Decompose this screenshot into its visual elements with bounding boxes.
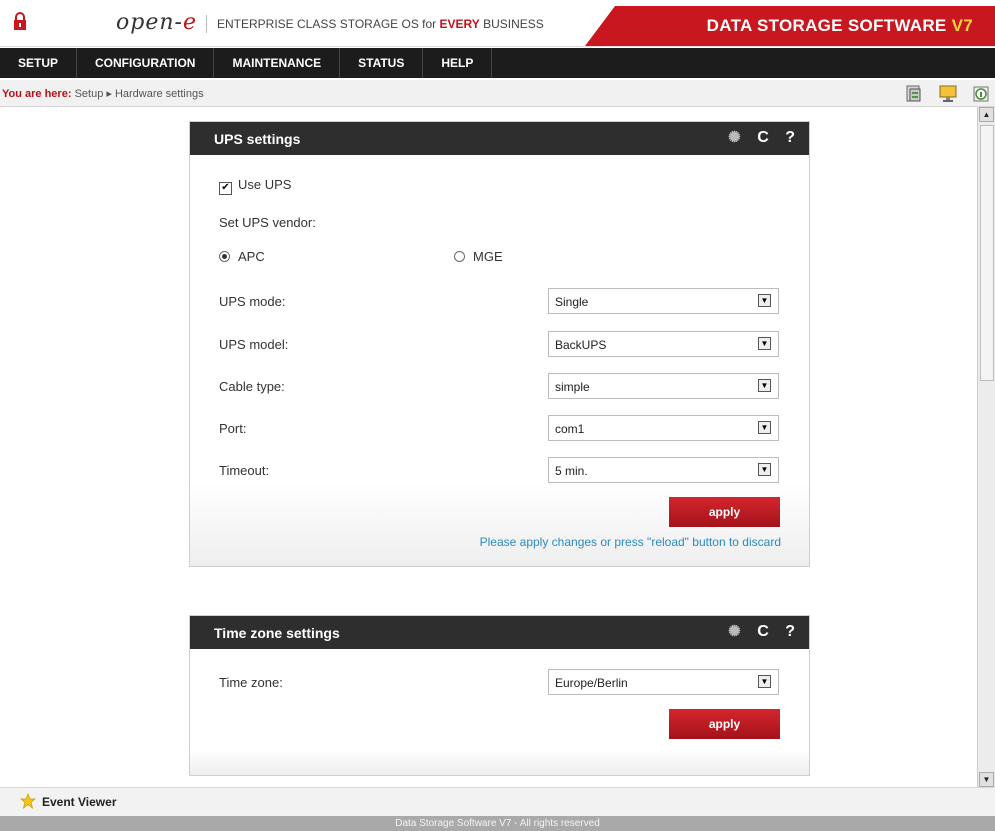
chevron-down-icon: ▼ <box>758 421 771 434</box>
breadcrumb: You are here: Setup ▸ Hardware settings <box>2 87 204 100</box>
chevron-down-icon: ▼ <box>758 675 771 688</box>
timezone-panel-title: Time zone settings <box>214 625 340 641</box>
timezone-settings-panel: Time zone settings ✺ C ? Time zone: Euro… <box>189 615 810 776</box>
menu-configuration[interactable]: CONFIGURATION <box>77 48 215 78</box>
monitor-icon[interactable] <box>938 83 958 103</box>
scroll-up-button[interactable]: ▲ <box>979 107 994 122</box>
lock-icon[interactable] <box>12 12 28 30</box>
open-e-logo: open-e <box>116 10 197 35</box>
cable-type-label: Cable type: <box>219 379 285 394</box>
vendor-mge-option[interactable]: MGE <box>454 249 503 264</box>
ups-model-label: UPS model: <box>219 337 289 352</box>
chevron-down-icon: ▼ <box>758 463 771 476</box>
breadcrumb-label: You are here: <box>2 88 72 100</box>
ups-settings-panel: UPS settings ✺ C ? ✔ Use UPS Set UPS vend… <box>189 121 810 567</box>
ups-mode-select[interactable]: Single ▼ <box>548 288 779 314</box>
vertical-scrollbar[interactable]: ▲ ▼ <box>977 107 995 787</box>
apply-hint: Please apply changes or press "reload" b… <box>479 535 781 549</box>
vendor-apc-option[interactable]: APC <box>219 249 265 264</box>
chevron-down-icon: ▼ <box>758 294 771 307</box>
menu-help[interactable]: HELP <box>423 48 493 78</box>
scroll-down-button[interactable]: ▼ <box>979 772 994 787</box>
tagline: ENTERPRISE CLASS STORAGE OS for EVERY BU… <box>206 15 544 33</box>
port-select[interactable]: com1 ▼ <box>548 415 779 441</box>
chevron-down-icon: ▼ <box>758 337 771 350</box>
content-area: UPS settings ✺ C ? ✔ Use UPS Set UPS vend… <box>0 107 978 787</box>
timezone-panel-header: Time zone settings ✺ C ? <box>190 616 809 649</box>
timezone-apply-button[interactable]: apply <box>669 709 780 739</box>
help-icon[interactable]: ? <box>785 623 795 641</box>
ups-panel-title: UPS settings <box>214 131 301 147</box>
port-label: Port: <box>219 421 247 436</box>
timeout-label: Timeout: <box>219 463 270 478</box>
star-icon[interactable] <box>20 793 36 812</box>
chevron-down-icon: ▼ <box>758 379 771 392</box>
top-header: open-e ENTERPRISE CLASS STORAGE OS for E… <box>0 0 995 47</box>
mge-radio[interactable] <box>454 251 465 262</box>
main-menu: SETUP CONFIGURATION MAINTENANCE STATUS H… <box>0 48 995 78</box>
cable-type-select[interactable]: simple ▼ <box>548 373 779 399</box>
timeout-select[interactable]: 5 min. ▼ <box>548 457 779 483</box>
breadcrumb-path[interactable]: Setup ▸ Hardware settings <box>75 88 204 100</box>
ups-panel-actions: ✺ C ? <box>716 128 795 147</box>
ups-model-select[interactable]: BackUPS ▼ <box>548 331 779 357</box>
use-ups-row: ✔ Use UPS <box>219 177 292 195</box>
use-ups-label: Use UPS <box>238 177 292 192</box>
timezone-select[interactable]: Europe/Berlin ▼ <box>548 669 779 695</box>
apc-radio[interactable] <box>219 251 230 262</box>
timezone-panel-body: Time zone: Europe/Berlin ▼ apply <box>190 649 809 775</box>
ups-apply-button[interactable]: apply <box>669 497 780 527</box>
info-icon[interactable] <box>971 83 991 103</box>
use-ups-checkbox[interactable]: ✔ <box>219 182 232 195</box>
timezone-panel-actions: ✺ C ? <box>716 622 795 641</box>
event-viewer-link[interactable]: Event Viewer <box>42 795 116 809</box>
brand-bar: DATA STORAGE SOFTWARE V7 <box>585 6 995 46</box>
timezone-label: Time zone: <box>219 675 283 690</box>
scroll-thumb[interactable] <box>980 125 994 381</box>
reload-icon[interactable]: C <box>757 129 769 147</box>
menu-maintenance[interactable]: MAINTENANCE <box>214 48 341 78</box>
menu-setup[interactable]: SETUP <box>0 48 78 78</box>
spinner-icon: ✺ <box>728 129 741 146</box>
mge-label: MGE <box>473 249 503 264</box>
ups-vendor-label: Set UPS vendor: <box>219 215 316 230</box>
ups-panel-header: UPS settings ✺ C ? <box>190 122 809 155</box>
ups-mode-label: UPS mode: <box>219 294 286 309</box>
menu-status[interactable]: STATUS <box>340 48 424 78</box>
database-icon[interactable] <box>904 83 924 103</box>
status-bar: Event Viewer <box>0 787 995 816</box>
toolbar-icons <box>894 83 991 106</box>
breadcrumb-bar: You are here: Setup ▸ Hardware settings <box>0 80 995 107</box>
reload-icon[interactable]: C <box>757 623 769 641</box>
apc-label: APC <box>238 249 265 264</box>
brand-title: DATA STORAGE SOFTWARE V7 <box>706 16 973 35</box>
help-icon[interactable]: ? <box>785 129 795 147</box>
footer: Data Storage Software V7 - All rights re… <box>0 816 995 831</box>
ups-panel-body: ✔ Use UPS Set UPS vendor: APC MGE UPS mod… <box>190 155 809 566</box>
spinner-icon: ✺ <box>728 623 741 640</box>
